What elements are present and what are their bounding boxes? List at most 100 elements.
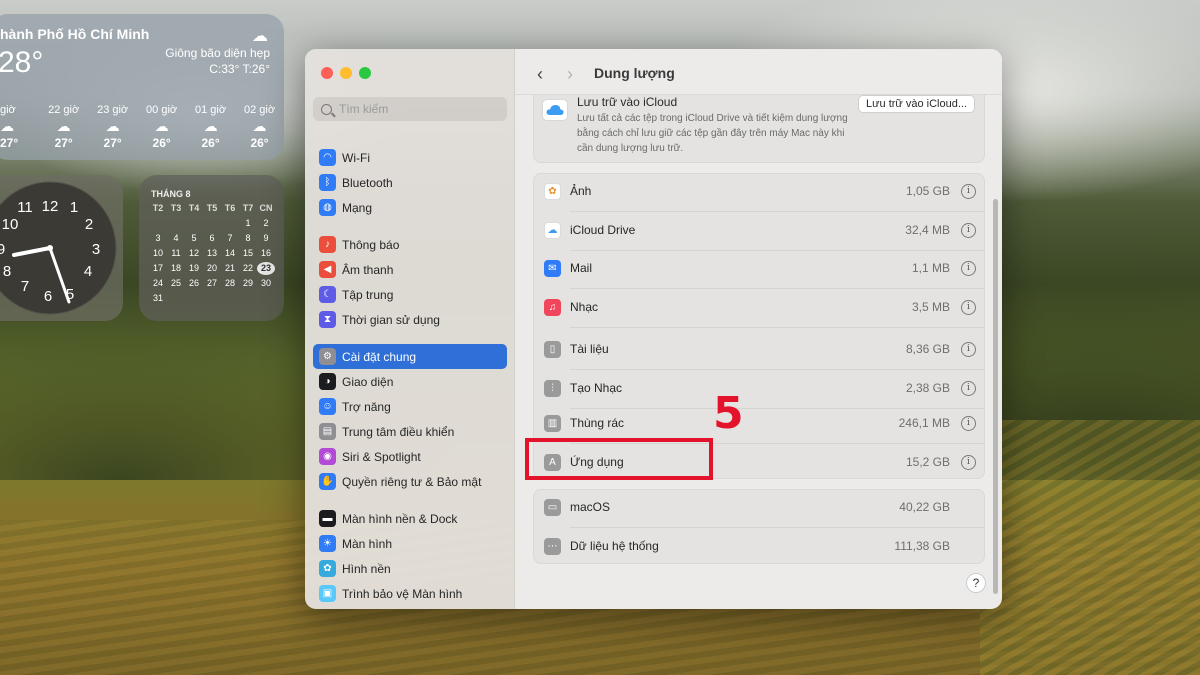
- storage-row-size: 1,1 MB: [911, 261, 950, 275]
- storage-row-size: 2,38 GB: [905, 381, 950, 395]
- storage-row-label: Ảnh: [570, 184, 592, 198]
- calendar-weekday: T4: [188, 203, 200, 213]
- cloud-icon: ☁: [203, 118, 218, 134]
- sidebar-group-general: ⚙ Cài đặt chung ◑ Giao diện ☺ Trợ năng ▤ Trung …: [313, 344, 507, 494]
- calendar-day: [167, 217, 185, 230]
- sidebar-item[interactable]: ☾ Tập trung: [313, 282, 507, 307]
- storage-row-size: 32,4 MB: [905, 223, 950, 237]
- sidebar-item[interactable]: ◉ Siri & Spotlight: [313, 444, 507, 469]
- mail-icon: ✉: [544, 259, 561, 277]
- sidebar-item[interactable]: ◠ Wi-Fi: [313, 145, 507, 170]
- zoom-button[interactable]: [359, 67, 371, 79]
- calendar-day: 20: [206, 263, 217, 273]
- info-icon[interactable]: i: [961, 299, 976, 315]
- sidebar-item-label: Cài đặt chung: [342, 349, 417, 364]
- sidebar-item-label: Quyền riêng tư & Bảo mật: [342, 474, 482, 489]
- weather-hour: 01 giờ ☁ 26°: [186, 104, 235, 150]
- sidebar-item[interactable]: ✋ Quyền riêng tư & Bảo mật: [313, 469, 507, 494]
- sidebar-item[interactable]: ♪ Thông báo: [313, 232, 507, 257]
- sidebar-item[interactable]: ᛒ Bluetooth: [313, 170, 507, 195]
- icloud-description: Lưu tất cả các tệp trong iCloud Drive và…: [577, 113, 848, 154]
- calendar-day: 7: [227, 233, 233, 243]
- laptop-icon: ▭: [544, 498, 561, 516]
- clock-widget[interactable]: 12 11 1 10 2 9 3 8 4 7 5 6: [0, 175, 123, 321]
- sidebar-item[interactable]: ☀ Màn hình: [313, 531, 507, 556]
- calendar-day: 23: [257, 262, 275, 275]
- info-icon[interactable]: i: [961, 183, 976, 199]
- calendar-day: 15: [242, 248, 253, 258]
- bluetooth-icon: ᛒ: [319, 174, 336, 191]
- sidebar-item[interactable]: ◀ Âm thanh: [313, 257, 507, 282]
- storage-row-size: 246,1 MB: [898, 416, 950, 430]
- calendar-day: 21: [224, 263, 235, 273]
- sidebar-item[interactable]: ⧗ Thời gian sử dụng: [313, 307, 507, 332]
- storage-row[interactable]: ☁ iCloud Drive 32,4 MB i: [534, 221, 986, 239]
- row-divider: [570, 408, 984, 409]
- calendar-day: 9: [263, 233, 269, 243]
- storage-row-label: Thùng rác: [570, 416, 625, 430]
- calendar-day: 22: [242, 263, 253, 273]
- sidebar-item[interactable]: ✿ Hình nền: [313, 556, 507, 581]
- calendar-widget[interactable]: THÁNG 8 T2 T3 T4 T5 T6 T7 CN 1 2 3 4 5 6 7 8 9 10 11 12 13 1…: [139, 175, 284, 321]
- sidebar-item[interactable]: ▤ Trung tâm điều khiển: [313, 419, 507, 444]
- storage-row-size: 3,5 MB: [911, 300, 950, 314]
- cloud-icon: ☁: [252, 118, 267, 134]
- page-title: Dung lượng: [594, 65, 675, 81]
- sidebar-item[interactable]: ▣ Trình bảo vệ Màn hình: [313, 581, 507, 606]
- dock-icon: ▬: [319, 510, 336, 527]
- sidebar-item-label: Trình bảo vệ Màn hình: [342, 586, 463, 601]
- storage-row[interactable]: ⋯ Dữ liệu hệ thống 111,38 GB: [534, 537, 986, 555]
- gear-icon: ⚙: [319, 348, 336, 365]
- weather-condition: Giông bão diện hẹp: [165, 46, 270, 60]
- icloud-icon: ☁: [544, 221, 561, 239]
- calendar-day: 1: [245, 218, 251, 228]
- icloud-icon: [542, 99, 568, 121]
- clock-number: 3: [92, 241, 100, 258]
- info-icon[interactable]: i: [961, 260, 976, 276]
- sidebar-item[interactable]: ☺ Trợ năng: [313, 394, 507, 419]
- info-icon[interactable]: i: [961, 380, 976, 396]
- calendar-day: 18: [170, 263, 181, 273]
- info-icon[interactable]: i: [961, 415, 976, 431]
- calendar-day: 27: [206, 278, 217, 288]
- sidebar-item[interactable]: ◍ Mạng: [313, 195, 507, 220]
- sidebar-item[interactable]: ◑ Giao diện: [313, 369, 507, 394]
- weather-widget[interactable]: hành Phố Hồ Chí Minh 28° ☁ Giông bão diệ…: [0, 14, 284, 160]
- calendar-day: 29: [242, 278, 253, 288]
- row-divider: [570, 288, 984, 289]
- back-chevron-icon[interactable]: ‹: [537, 64, 543, 85]
- storage-row[interactable]: ✉ Mail 1,1 MB i: [534, 259, 986, 277]
- sidebar-item-label: Mạng: [342, 200, 373, 215]
- calendar-weekday: T5: [206, 203, 218, 213]
- storage-row[interactable]: ⫶ Tạo Nhạc 2,38 GB i: [534, 379, 986, 397]
- store-in-icloud-button[interactable]: Lưu trữ vào iCloud...: [858, 95, 975, 113]
- storm-cloud-icon: ☁: [252, 28, 268, 45]
- sidebar-item[interactable]: ⚙ Cài đặt chung: [313, 344, 507, 369]
- info-icon[interactable]: i: [961, 454, 976, 470]
- forward-chevron-icon[interactable]: ›: [567, 64, 573, 85]
- info-icon[interactable]: i: [961, 341, 976, 357]
- search-icon: [321, 103, 332, 115]
- weather-hour: 00 giờ ☁ 26°: [137, 104, 186, 150]
- search-placeholder: Tìm kiếm: [339, 102, 389, 116]
- minimize-button[interactable]: [340, 67, 352, 79]
- storage-row[interactable]: ▭ macOS 40,22 GB: [534, 498, 986, 516]
- info-icon[interactable]: i: [961, 222, 976, 238]
- help-button[interactable]: ?: [966, 573, 986, 593]
- storage-categories-list: ✿ Ảnh 1,05 GB i ☁ iCloud Drive 32,4 MB i ✉ Mail 1,…: [533, 173, 985, 479]
- sidebar-item[interactable]: ▬ Màn hình nền & Dock: [313, 506, 507, 531]
- weather-city: hành Phố Hồ Chí Minh: [0, 26, 150, 42]
- storage-row[interactable]: ♫ Nhạc 3,5 MB i: [534, 298, 986, 316]
- calendar-month: THÁNG 8: [151, 189, 191, 199]
- storage-row[interactable]: ✿ Ảnh 1,05 GB i: [534, 182, 986, 200]
- storage-row[interactable]: ▥ Thùng rác 246,1 MB i: [534, 414, 986, 432]
- calendar-grid: T2 T3 T4 T5 T6 T7 CN 1 2 3 4 5 6 7 8 9 10 11 12 13 14 15 16 17 1…: [149, 202, 275, 305]
- search-field[interactable]: Tìm kiếm: [313, 97, 507, 121]
- calendar-day: 16: [260, 248, 271, 258]
- clock-number: 1: [70, 199, 78, 216]
- storage-row[interactable]: ▯ Tài liệu 8,36 GB i: [534, 340, 986, 358]
- close-button[interactable]: [321, 67, 333, 79]
- calendar-weekday: T6: [224, 203, 236, 213]
- calendar-day: 10: [152, 248, 163, 258]
- scrollbar[interactable]: [993, 199, 998, 594]
